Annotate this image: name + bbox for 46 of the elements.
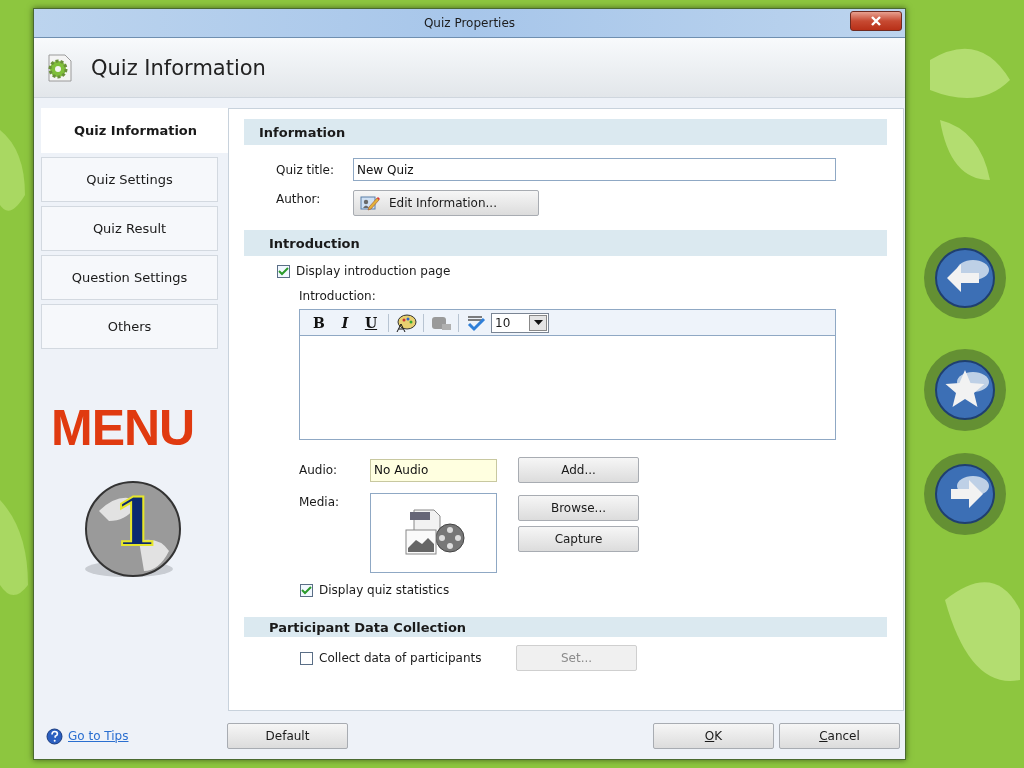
caret-icon xyxy=(533,320,543,325)
cancel-button[interactable]: Cancel xyxy=(779,723,900,749)
sidebar-tab[interactable]: Quiz Result xyxy=(41,206,218,251)
window-title: Quiz Properties xyxy=(423,16,516,30)
quiz-title-field[interactable]: New Quiz xyxy=(353,158,836,181)
star-button[interactable] xyxy=(923,348,1007,432)
checkbox-label: Display introduction page xyxy=(296,264,451,278)
checkbox-label: Collect data of participants xyxy=(319,651,483,665)
edit-information-button[interactable]: Edit Information... xyxy=(353,190,539,216)
default-button[interactable]: Default xyxy=(227,723,348,749)
close-button[interactable] xyxy=(850,11,902,31)
font-size-dropdown[interactable]: 10 xyxy=(491,312,549,333)
forward-arrow-button[interactable] xyxy=(923,452,1007,536)
checkbox[interactable] xyxy=(300,651,313,665)
checkbox-label: Display quiz statistics xyxy=(319,583,450,597)
sidebar-tab[interactable]: Quiz Information xyxy=(41,108,229,153)
italic-button[interactable]: I xyxy=(334,312,356,333)
person-card-pencil-icon xyxy=(360,195,380,211)
rich-text-editor[interactable]: B I U 10 xyxy=(299,309,836,440)
media-button[interactable]: Capture xyxy=(518,526,639,552)
media-button[interactable]: Browse... xyxy=(518,495,639,521)
ok-button[interactable]: OK xyxy=(653,723,774,749)
palette-icon[interactable] xyxy=(395,312,417,333)
menu-logo-text: MENU xyxy=(51,403,196,453)
field-label: Quiz title: xyxy=(276,162,335,177)
field-label: Audio: xyxy=(299,463,339,477)
sidebar-tab[interactable]: Question Settings xyxy=(41,255,218,300)
header-title: Quiz Information xyxy=(91,55,266,80)
close-icon xyxy=(870,16,882,26)
section-header: Information xyxy=(244,119,887,145)
audio-field[interactable]: No Audio xyxy=(370,458,497,482)
checkbox[interactable] xyxy=(277,264,290,278)
field-label: Author: xyxy=(276,192,322,206)
bold-button[interactable]: B xyxy=(308,312,330,333)
go-to-tips-link[interactable]: Go to Tips xyxy=(68,729,129,743)
field-label: Media: xyxy=(299,495,341,509)
help-icon[interactable] xyxy=(46,727,63,745)
sidebar-tab[interactable]: Quiz Settings xyxy=(41,157,218,202)
section-header: Participant Data Collection xyxy=(244,617,887,637)
field-label: Introduction: xyxy=(299,289,376,303)
add-button[interactable]: Add... xyxy=(518,457,639,483)
underline-button[interactable]: U xyxy=(360,312,382,333)
sidebar-tab[interactable]: Others xyxy=(41,304,218,349)
checkbox[interactable] xyxy=(300,583,313,597)
back-arrow-button[interactable] xyxy=(923,236,1007,320)
section-header: Introduction xyxy=(244,230,887,256)
